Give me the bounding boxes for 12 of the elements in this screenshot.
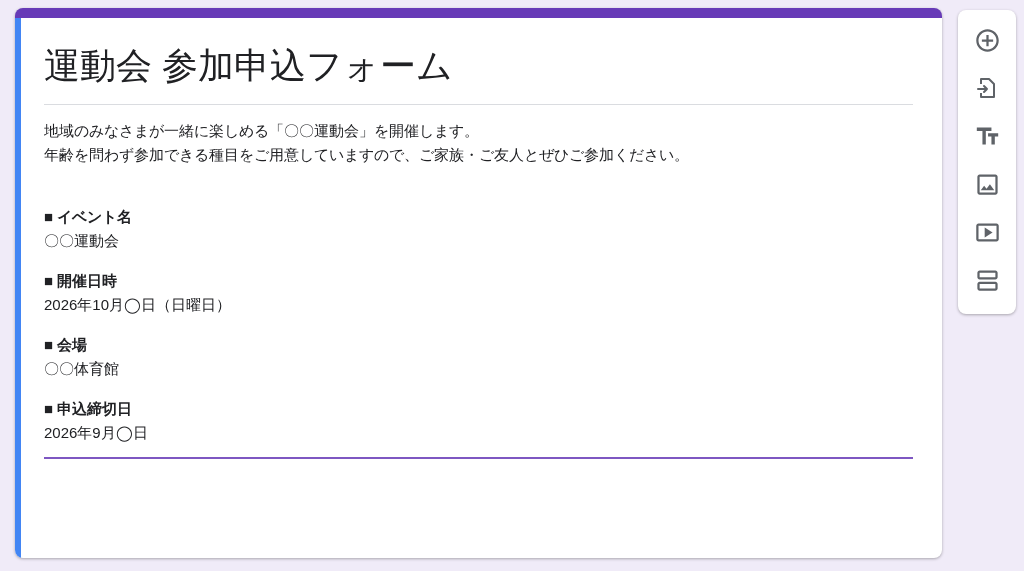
form-description[interactable]: 地域のみなさまが一緒に楽しめる「〇〇運動会」を開催します。 xyxy=(44,119,913,143)
section-label: ■ イベント名 xyxy=(44,207,134,227)
section-value: 〇〇運動会 xyxy=(44,231,120,251)
section-value: 2026年9月◯日 xyxy=(44,423,149,444)
form-description[interactable]: 年齢を問わず参加できる種目をご用意していますので、ご家族・ご友人とぜひご参加ください。 xyxy=(44,143,913,167)
section-value: 〇〇体育館 xyxy=(44,359,120,379)
section-value: 2026年10月◯日（日曜日） xyxy=(44,295,233,316)
form-title[interactable]: 運動会 参加申込フォーム xyxy=(44,42,913,105)
section-label: ■ 申込締切日 xyxy=(44,399,134,419)
section-label: ■ 会場 xyxy=(44,335,89,355)
section-label: ■ 開催日時 xyxy=(44,271,119,291)
add-question-button[interactable] xyxy=(973,26,1001,54)
